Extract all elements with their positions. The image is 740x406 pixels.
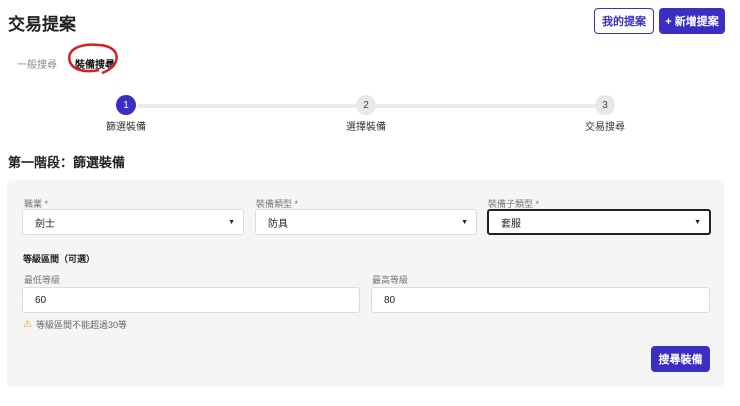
stepper-line [376,104,595,108]
page-title: 交易提案 [8,15,76,34]
tab-general-search[interactable]: 一般搜尋 [17,56,57,71]
equip-type-select[interactable]: 防具 ▼ [255,209,477,235]
stepper-line [137,104,356,108]
max-level-label: 最高等級 [372,275,409,285]
search-equipment-button[interactable]: 搜尋裝備 [651,346,710,372]
chevron-down-icon: ▼ [228,218,235,226]
chevron-down-icon: ▼ [461,218,468,226]
annotation-circle [68,43,118,75]
min-level-input[interactable]: 60 [22,287,360,313]
level-range-title: 等級區間（可選） [23,254,96,264]
chevron-down-icon: ▼ [694,218,701,226]
max-level-input[interactable]: 80 [371,287,710,313]
min-level-label: 最低等級 [24,275,61,285]
step-2: 2 選擇裝備 [326,95,406,133]
warning-icon: ⚠ [23,319,32,330]
my-proposals-button[interactable]: 我的提案 [594,8,654,34]
level-warning: ⚠ 等級區間不能超過30等 [23,319,127,330]
step-1: 1 篩選裝備 [86,95,166,133]
step-3: 3 交易搜尋 [565,95,645,133]
new-proposal-button[interactable]: + 新增提案 [659,8,725,34]
equip-subtype-select[interactable]: 套服 ▼ [487,209,711,235]
job-select[interactable]: 劍士 ▼ [22,209,244,235]
section-title: 第一階段：篩選裝備 [8,155,126,170]
